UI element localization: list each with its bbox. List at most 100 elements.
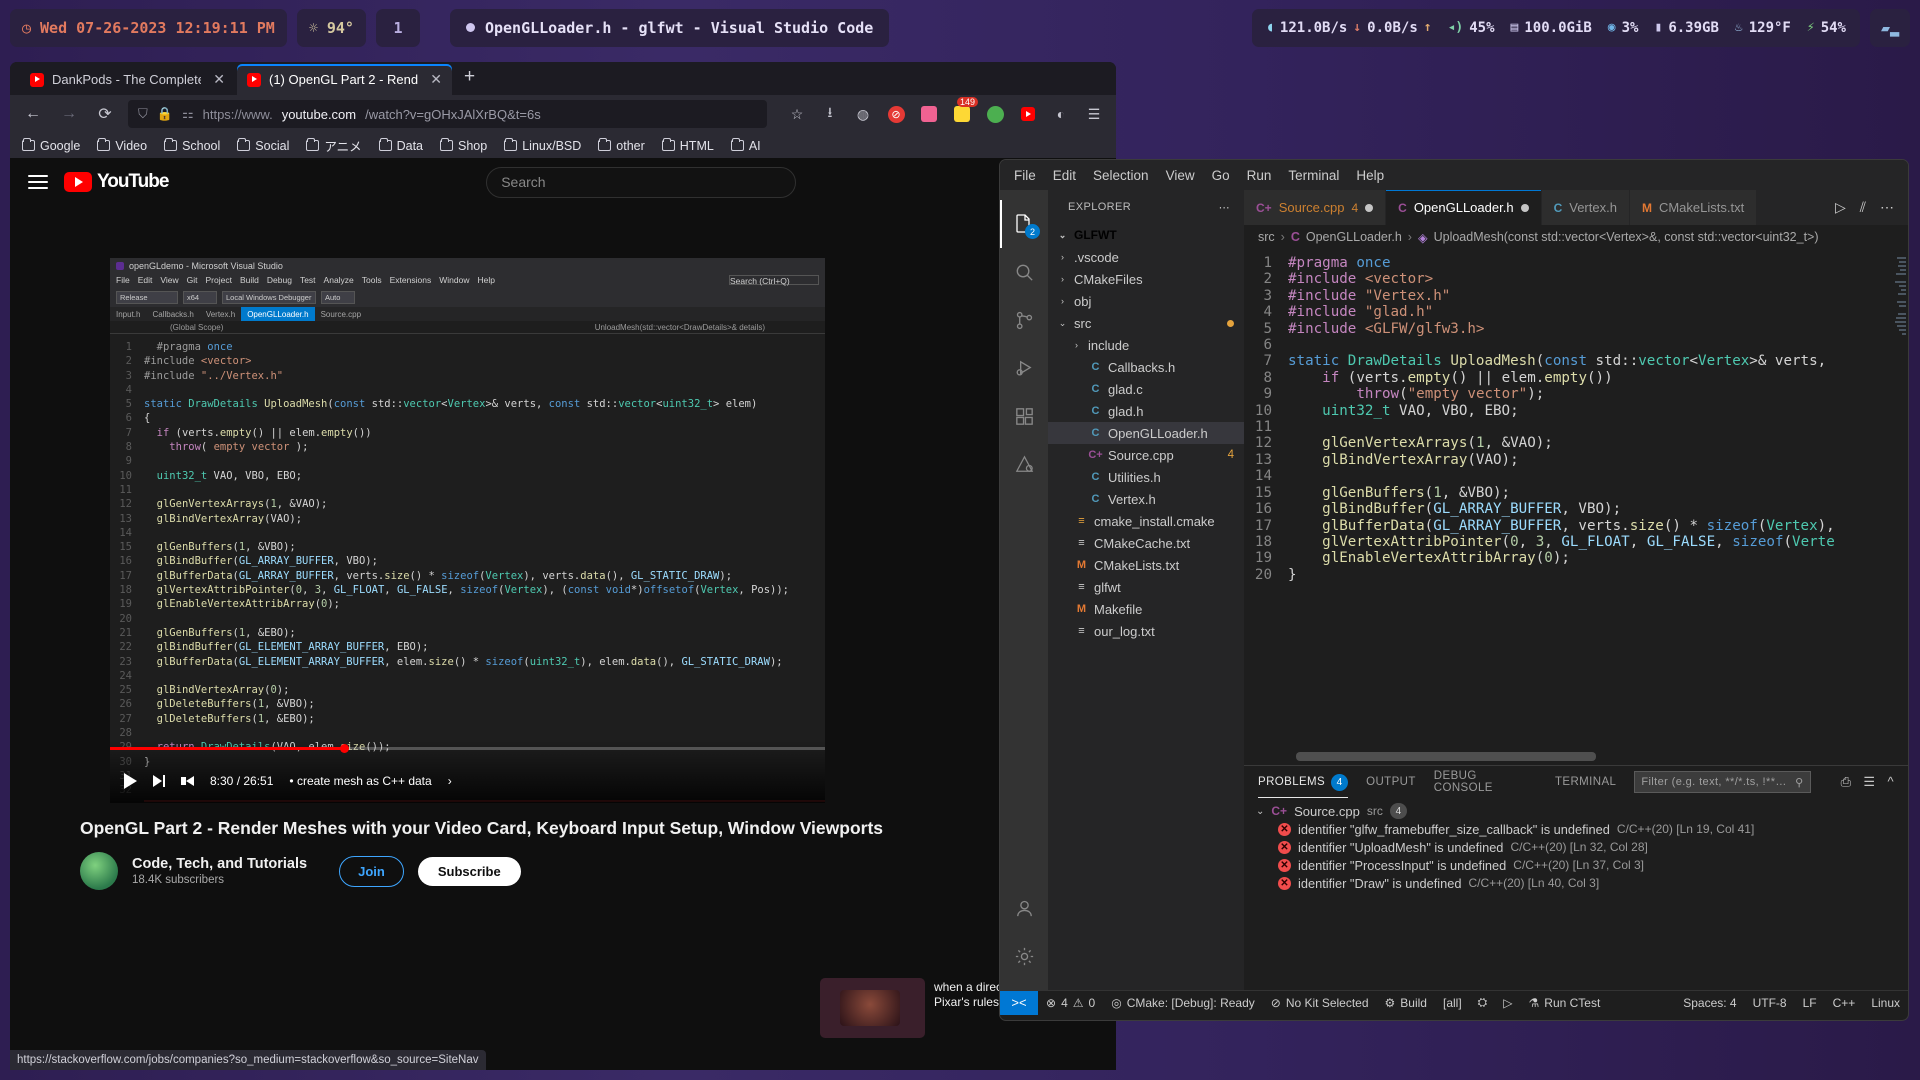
problem-item[interactable]: ✕ identifier "ProcessInput" is undefined C… — [1244, 856, 1908, 874]
menu-go[interactable]: Go — [1212, 168, 1230, 183]
menu-selection[interactable]: Selection — [1093, 168, 1149, 183]
workspace-indicator[interactable]: 1 — [375, 8, 420, 47]
account-icon[interactable]: ◍ — [851, 102, 875, 126]
more-actions-icon[interactable]: ⋯ — [1219, 201, 1230, 214]
bookmark-ai[interactable]: AI — [730, 137, 761, 153]
editor-tab-openglloader-h[interactable]: C OpenGLLoader.h — [1386, 190, 1542, 225]
tree-item-callbacks-h[interactable]: C Callbacks.h — [1048, 356, 1244, 378]
panel-tab-problems[interactable]: PROBLEMS 4 — [1258, 766, 1349, 798]
tree-root-folder[interactable]: ⌄ GLFWT — [1048, 224, 1244, 246]
hamburger-menu-icon[interactable] — [28, 175, 48, 189]
signal-bars-icon[interactable]: ▰▂ — [1870, 8, 1910, 47]
download-icon[interactable]: ⭳ — [818, 102, 842, 126]
bookmark-html[interactable]: HTML — [661, 137, 714, 153]
browser-tab-2[interactable]: (1) OpenGL Part 2 - Render ✕ — [237, 64, 452, 95]
browser-tab-1[interactable]: DankPods - The Complete ✕ — [20, 64, 235, 95]
settings-gear-icon[interactable] — [1000, 932, 1048, 980]
maximize-panel-icon[interactable]: ^ — [1887, 774, 1894, 790]
reload-button[interactable]: ⟳ — [92, 101, 118, 127]
cpu-monitor[interactable]: ◉ 3% — [1608, 20, 1639, 36]
extension-purple-icon[interactable] — [917, 102, 941, 126]
editor-horizontal-scrollbar[interactable] — [1296, 752, 1596, 761]
menu-view[interactable]: View — [1166, 168, 1195, 183]
subscribe-button[interactable]: Subscribe — [417, 856, 521, 886]
channel-name[interactable]: Code, Tech, and Tutorials — [132, 856, 307, 872]
status-eol[interactable]: LF — [1795, 991, 1825, 1015]
run-and-debug-icon[interactable] — [1000, 344, 1048, 392]
bookmark-anime[interactable]: アニメ — [306, 136, 362, 155]
youtube-logo[interactable]: YouTube — [64, 171, 169, 193]
status-kit[interactable]: ⊘ No Kit Selected — [1263, 991, 1377, 1015]
tree-item-cmakefiles[interactable]: › CMakeFiles — [1048, 268, 1244, 290]
run-code-icon[interactable]: ▷ — [1835, 199, 1846, 216]
network-monitor[interactable]: ◖ 121.0B/s ↓ 0.0B/s ↑ — [1266, 20, 1432, 36]
panel-layout-icon[interactable]: ☰ — [1863, 774, 1875, 790]
status-build[interactable]: ⚙ Build — [1377, 991, 1435, 1015]
status-ctest[interactable]: ⚗ Run CTest — [1521, 991, 1609, 1015]
reader-mode-icon[interactable]: ⚏ — [182, 106, 194, 122]
tree-item-src[interactable]: ⌄ src — [1048, 312, 1244, 334]
problems-filter-input[interactable]: Filter (e.g. text, **/*.ts, !**… ⚲ — [1634, 771, 1811, 793]
search-input[interactable]: Search — [486, 166, 797, 198]
explorer-icon[interactable]: 2 — [1000, 200, 1048, 248]
more-actions-icon[interactable]: ⋯ — [1880, 199, 1894, 216]
clock-module[interactable]: ◷ Wed 07-26-2023 12:19:11 PM — [10, 8, 287, 47]
status-platform[interactable]: Linux — [1863, 991, 1908, 1015]
breadcrumb-src[interactable]: src — [1258, 230, 1275, 244]
launch-icon[interactable]: ▷ — [1495, 991, 1520, 1015]
bookmark-school[interactable]: School — [164, 137, 220, 153]
panel-tab-debug-console[interactable]: DEBUG CONSOLE — [1434, 766, 1537, 798]
status-problems[interactable]: ⊗ 4 ⚠ 0 — [1038, 991, 1103, 1015]
address-bar[interactable]: ⛉ 🔒 ⚏ https://www. youtube.com/watch?v=gO… — [128, 100, 767, 128]
volume-icon[interactable] — [181, 776, 194, 786]
volume-monitor[interactable]: ◂) 45% — [1448, 20, 1495, 36]
menu-edit[interactable]: Edit — [1053, 168, 1076, 183]
search-icon[interactable] — [1000, 248, 1048, 296]
avatar[interactable] — [80, 852, 118, 890]
close-icon[interactable]: ✕ — [209, 71, 225, 88]
tree-item-openglloader-h[interactable]: C OpenGLLoader.h — [1048, 422, 1244, 444]
cmake-tools-icon[interactable] — [1000, 440, 1048, 488]
tree-item-cmakelists-txt[interactable]: M CMakeLists.txt — [1048, 554, 1244, 576]
bookmark-star-icon[interactable]: ☆ — [785, 102, 809, 126]
status-spaces[interactable]: Spaces: 4 — [1675, 991, 1744, 1015]
chapter-label[interactable]: • create mesh as C++ data — [289, 774, 431, 788]
tree-item-our-log-txt[interactable]: ≡ our_log.txt — [1048, 620, 1244, 642]
account-icon[interactable] — [1000, 884, 1048, 932]
debug-icon[interactable]: ⛭ — [1470, 991, 1496, 1015]
progress-bar[interactable] — [110, 744, 825, 753]
next-icon[interactable] — [153, 775, 165, 787]
tree-item-cmakecache-txt[interactable]: ≡ CMakeCache.txt — [1048, 532, 1244, 554]
source-control-icon[interactable] — [1000, 296, 1048, 344]
remote-window-icon[interactable]: >< — [1000, 990, 1038, 1015]
editor-tab-cmakelists[interactable]: M CMakeLists.txt — [1629, 190, 1758, 225]
chapter-chevron-icon[interactable]: › — [448, 774, 452, 788]
code-editor[interactable]: 1 #pragma once 2 #include <vector> 3 #include… — [1244, 249, 1908, 765]
problem-item[interactable]: ✕ identifier "UploadMesh" is undefined C/C… — [1244, 838, 1908, 856]
close-icon[interactable]: ✕ — [426, 71, 442, 88]
split-editor-icon[interactable]: ⫽ — [1860, 199, 1866, 216]
bookmark-data[interactable]: Data — [378, 137, 423, 153]
bookmark-video[interactable]: Video — [97, 137, 147, 153]
status-encoding[interactable]: UTF-8 — [1745, 991, 1795, 1015]
tree-item-utilities-h[interactable]: C Utilities.h — [1048, 466, 1244, 488]
disk-monitor[interactable]: ▤ 100.0GiB — [1511, 20, 1592, 36]
editor-tab-vertex-h[interactable]: C Vertex.h — [1541, 190, 1630, 225]
panel-tab-output[interactable]: OUTPUT — [1366, 766, 1416, 798]
extension-yellow-icon[interactable]: 149 — [950, 97, 978, 126]
menu-run[interactable]: Run — [1247, 168, 1272, 183]
bookmark-shop[interactable]: Shop — [440, 137, 487, 153]
video-player[interactable]: openGLdemo - Microsoft Visual Studio Fil… — [110, 258, 825, 803]
extension-green-icon[interactable] — [983, 102, 1007, 126]
problem-item[interactable]: ✕ identifier "glfw_framebuffer_size_callb… — [1244, 820, 1908, 838]
hamburger-menu-icon[interactable]: ☰ — [1082, 102, 1106, 126]
battery-monitor[interactable]: ⚡ 54% — [1807, 20, 1846, 36]
back-button[interactable]: ← — [20, 101, 46, 127]
menu-help[interactable]: Help — [1356, 168, 1384, 183]
bookmark-linux-bsd[interactable]: Linux/BSD — [504, 137, 581, 153]
new-tab-button[interactable]: + — [454, 66, 485, 92]
filter-icon[interactable]: ⚲ — [1795, 776, 1803, 789]
memory-monitor[interactable]: ▮ 6.39GB — [1654, 20, 1718, 36]
forward-button[interactable]: → — [56, 101, 82, 127]
breadcrumb-file[interactable]: OpenGLLoader.h — [1306, 230, 1402, 244]
